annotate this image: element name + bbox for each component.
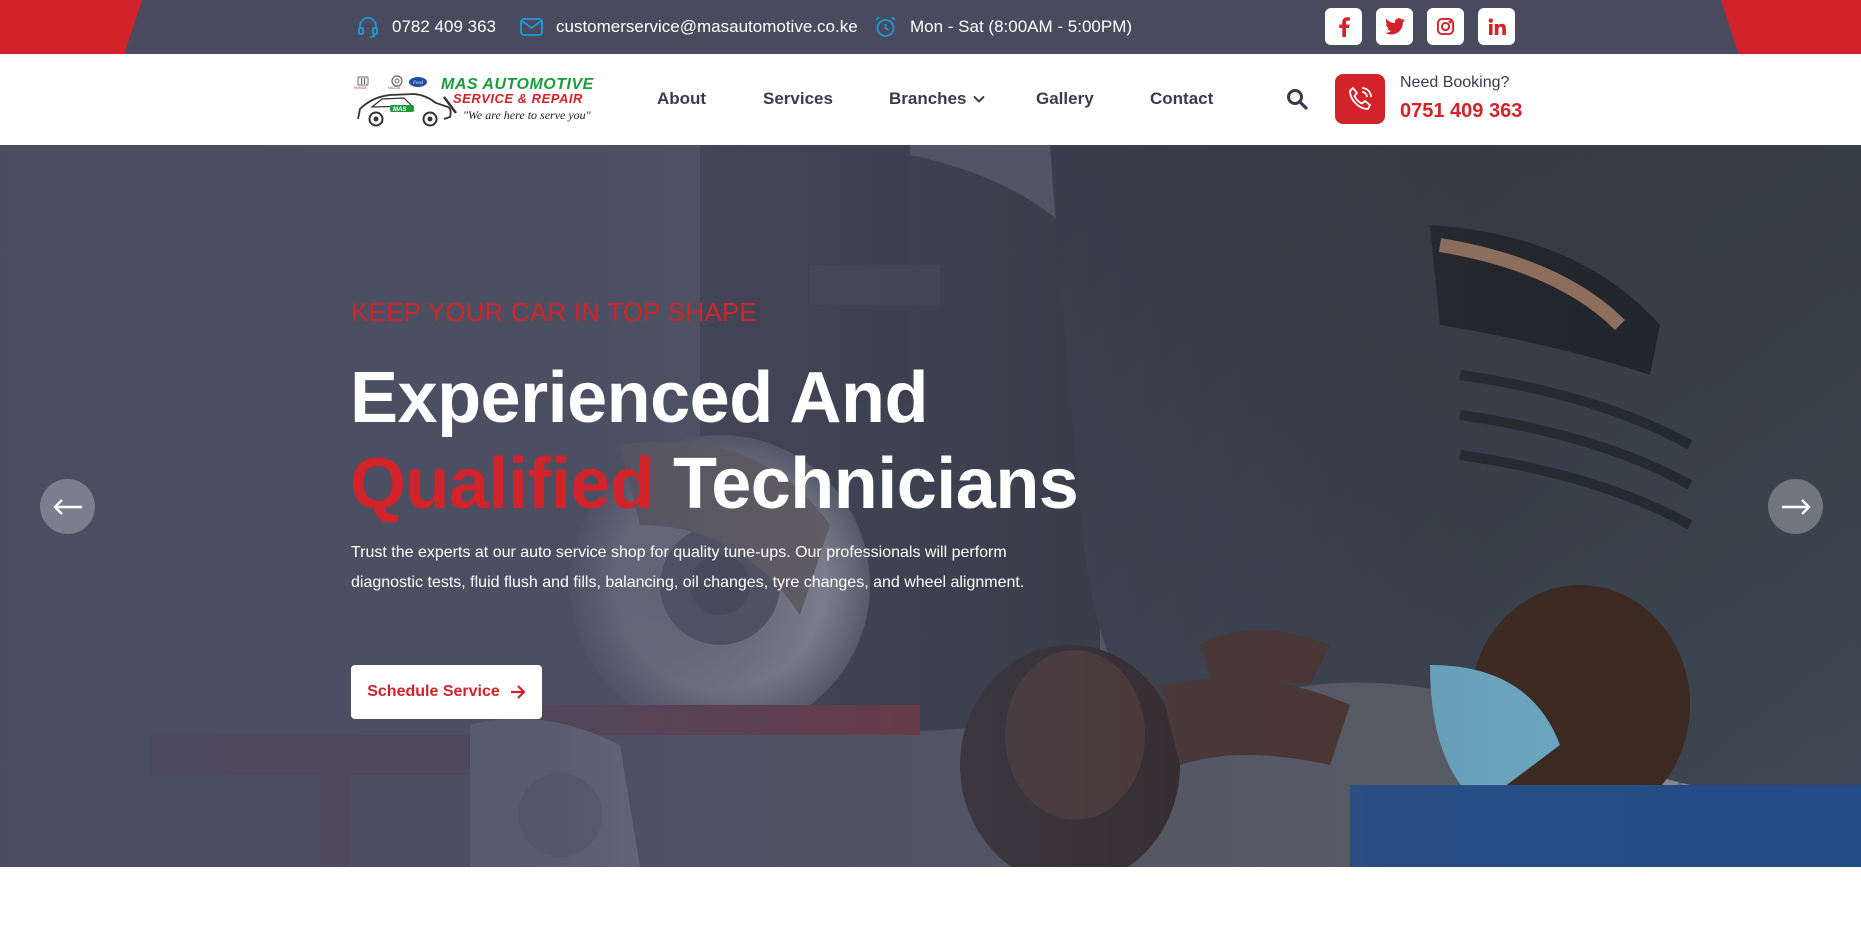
instagram-icon[interactable] <box>1427 8 1464 45</box>
logo-tagline: "We are here to serve you" <box>463 108 591 122</box>
slider-next-button[interactable] <box>1768 479 1823 534</box>
hero-headline-line2: Qualified Technicians <box>350 441 1079 527</box>
logo-title-line2: SERVICE & REPAIR <box>453 91 583 106</box>
twitter-icon[interactable] <box>1376 8 1413 45</box>
hero-headline: Experienced And Qualified Technicians <box>350 355 1079 527</box>
envelope-icon <box>520 18 543 36</box>
nav-branches-label: Branches <box>889 89 967 108</box>
hero-headline-rest: Technicians <box>653 444 1079 524</box>
top-email-text: customerservice@masautomotive.co.ke <box>556 17 858 36</box>
search-icon[interactable] <box>1286 88 1308 115</box>
top-bar-red-accent-left <box>0 0 142 54</box>
hero-headline-line1: Experienced And <box>350 358 929 438</box>
arrow-left-icon <box>52 498 82 515</box>
nav-branches[interactable]: Branches <box>889 89 985 109</box>
hero-kicker: KEEP YOUR CAR IN TOP SHAPE <box>351 297 757 327</box>
hero-headline-highlight: Qualified <box>350 444 654 524</box>
nav-services[interactable]: Services <box>763 89 833 109</box>
top-hours: Mon - Sat (8:00AM - 5:00PM) <box>873 0 1132 54</box>
booking-label: Need Booking? <box>1400 74 1510 91</box>
hero-description: Trust the experts at our auto service sh… <box>351 544 1025 591</box>
top-bar: 0782 409 363 customerservice@masautomoti… <box>0 0 1861 54</box>
social-links <box>1325 8 1515 45</box>
nav-gallery[interactable]: Gallery <box>1036 89 1094 109</box>
facebook-icon[interactable] <box>1325 8 1362 45</box>
alarm-clock-icon <box>875 16 896 37</box>
phone-call-icon <box>1349 86 1372 110</box>
top-phone-text: 0782 409 363 <box>392 17 496 36</box>
schedule-service-label: Schedule Service <box>367 683 500 700</box>
svg-text:MAZDA: MAZDA <box>388 86 401 90</box>
schedule-service-button[interactable]: Schedule Service <box>351 665 542 719</box>
booking-phone-number[interactable]: 0751 409 363 <box>1400 100 1522 123</box>
headset-icon <box>358 17 378 38</box>
nav-about[interactable]: About <box>657 89 706 109</box>
top-bar-red-accent-right <box>1721 0 1861 54</box>
chevron-down-icon <box>973 95 985 103</box>
arrow-right-icon <box>510 685 526 699</box>
svg-text:HONDA: HONDA <box>354 86 367 90</box>
slider-prev-button[interactable] <box>40 479 95 534</box>
top-email[interactable]: customerservice@masautomotive.co.ke <box>519 0 858 54</box>
nav-contact[interactable]: Contact <box>1150 89 1213 109</box>
svg-text:MAS: MAS <box>393 107 406 113</box>
linkedin-icon[interactable] <box>1478 8 1515 45</box>
svg-text:Ford: Ford <box>412 81 423 86</box>
booking-phone-button[interactable] <box>1335 74 1385 124</box>
top-phone[interactable]: 0782 409 363 <box>356 0 496 54</box>
top-hours-text: Mon - Sat (8:00AM - 5:00PM) <box>910 17 1133 36</box>
arrow-right-icon <box>1781 498 1811 515</box>
